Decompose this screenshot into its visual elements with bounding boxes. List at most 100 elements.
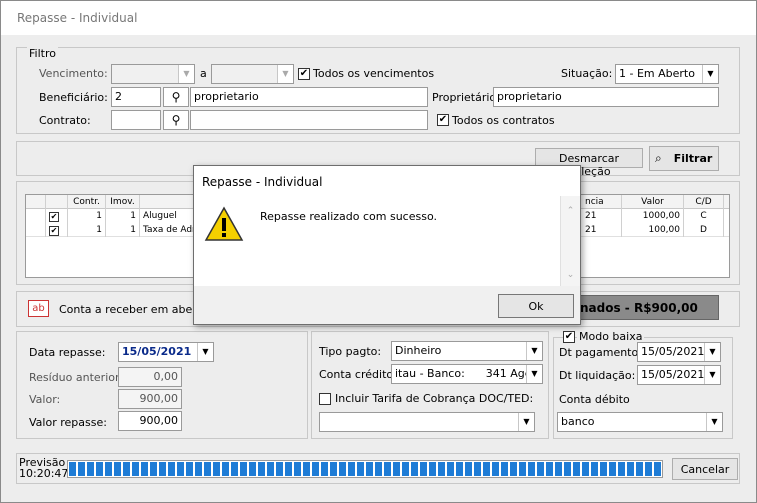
success-dialog: Repasse - Individual Repasse realizado c… <box>193 165 581 325</box>
progress-segment <box>609 462 616 476</box>
beneficiario-name-field[interactable]: proprietario <box>190 87 428 107</box>
beneficiario-label: Beneficiário: <box>39 91 108 104</box>
todos-vencimentos-checkbox[interactable]: ✔ <box>298 68 310 80</box>
chevron-down-icon: ▼ <box>178 65 194 83</box>
progress-segment <box>465 462 472 476</box>
cancelar-button[interactable]: Cancelar <box>672 458 738 480</box>
progress-segment <box>132 462 139 476</box>
progress-segment <box>141 462 148 476</box>
valor-label: Valor: <box>29 393 61 406</box>
row-desc: Taxa de Adm <box>140 223 200 237</box>
header-cd: C/D <box>684 195 724 209</box>
dt-pagamento-combo[interactable]: 15/05/2021 ▼ <box>637 342 721 362</box>
tipo-pagto-combo[interactable]: Dinheiro ▼ <box>391 341 543 361</box>
progress-segment <box>69 462 76 476</box>
ok-button[interactable]: Ok <box>498 294 574 318</box>
progress-segment <box>564 462 571 476</box>
situacao-label: Situação: <box>561 67 613 80</box>
progress-segment <box>96 462 103 476</box>
row-checkbox[interactable]: ✔ <box>49 226 59 236</box>
progress-segment <box>105 462 112 476</box>
conta-receber-label: Conta a receber em aberto <box>59 303 208 316</box>
progress-segment <box>537 462 544 476</box>
progress-segment <box>339 462 346 476</box>
progress-segment <box>87 462 94 476</box>
progress-segment <box>573 462 580 476</box>
progress-segment <box>591 462 598 476</box>
vencimento-to-combo[interactable]: ▼ <box>211 64 294 84</box>
contrato-name-field[interactable] <box>190 110 428 130</box>
valor-repasse-label: Valor repasse: <box>29 416 107 429</box>
progress-segment <box>627 462 634 476</box>
modo-baixa-checkbox[interactable]: ✔ <box>563 331 575 343</box>
progress-segment <box>303 462 310 476</box>
progress-segment <box>285 462 292 476</box>
total-panel: nados - R$900,00 <box>569 295 719 320</box>
progress-segment <box>519 462 526 476</box>
contrato-code-field[interactable] <box>111 110 161 130</box>
todos-vencimentos-label: Todos os vencimentos <box>313 67 435 80</box>
tarifa-combo[interactable]: ▼ <box>319 412 535 432</box>
chevron-down-icon: ▼ <box>702 65 718 83</box>
tipo-pagto-label: Tipo pagto: <box>319 345 382 358</box>
incluir-tarifa-checkbox[interactable] <box>319 393 331 405</box>
dt-liquidacao-combo[interactable]: 15/05/2021 ▼ <box>637 365 721 385</box>
vencimento-label: Vencimento: <box>39 67 108 80</box>
proprietario-label: Proprietário <box>432 91 497 104</box>
chevron-down-icon: ▼ <box>704 366 720 384</box>
chevron-down-icon: ▼ <box>197 343 213 361</box>
row-checkbox[interactable]: ✔ <box>49 212 59 222</box>
conta-debito-label: Conta débito <box>559 393 630 406</box>
progress-segment <box>195 462 202 476</box>
progress-segment <box>258 462 265 476</box>
row-contr: 1 <box>68 223 106 237</box>
header-imov: Imov. <box>106 195 140 209</box>
progress-segment <box>483 462 490 476</box>
conta-debito-combo[interactable]: banco ▼ <box>557 412 723 432</box>
progress-segment <box>222 462 229 476</box>
header-valor: Valor <box>622 195 684 209</box>
progress-segment <box>231 462 238 476</box>
progress-segment <box>474 462 481 476</box>
header-contr: Contr. <box>68 195 106 209</box>
dialog-title: Repasse - Individual <box>194 166 580 196</box>
dialog-scrollbar[interactable]: ⌃ ⌄ <box>560 196 580 286</box>
vencimento-from-combo[interactable]: ▼ <box>111 64 195 84</box>
chevron-down-icon: ▼ <box>518 413 534 431</box>
todos-contratos-label: Todos os contratos <box>452 114 555 127</box>
progress-segment <box>645 462 652 476</box>
progress-segment <box>510 462 517 476</box>
dt-liquidacao-label: Dt liquidação: <box>559 369 636 382</box>
data-repasse-combo[interactable]: 15/05/2021 ▼ <box>118 342 214 362</box>
progress-segment <box>150 462 157 476</box>
chevron-down-icon: ▼ <box>526 365 542 383</box>
binoculars-icon[interactable]: ⚲ <box>163 87 189 107</box>
progress-segment <box>411 462 418 476</box>
progress-segment <box>114 462 121 476</box>
progress-segment <box>321 462 328 476</box>
progress-segment <box>276 462 283 476</box>
progress-segment <box>582 462 589 476</box>
progress-segment <box>249 462 256 476</box>
proprietario-field[interactable]: proprietario <box>493 87 719 107</box>
filtrar-button[interactable]: ⌕ Filtrar <box>649 146 719 171</box>
binoculars-icon[interactable]: ⚲ <box>163 110 189 130</box>
progress-segment <box>348 462 355 476</box>
beneficiario-code-field[interactable]: 2 <box>111 87 161 107</box>
progress-bar <box>67 460 663 478</box>
row-valor: 100,00 <box>622 223 684 237</box>
progress-segment <box>375 462 382 476</box>
row-imov: 1 <box>106 209 140 223</box>
ab-badge-icon: ab <box>28 300 49 317</box>
warning-icon <box>204 206 244 241</box>
todos-contratos-checkbox[interactable]: ✔ <box>437 114 449 126</box>
progress-segment <box>213 462 220 476</box>
valor-repasse-field[interactable]: 900,00 <box>118 411 182 431</box>
conta-credito-combo[interactable]: itau - Banco: 341 Agên ▼ <box>391 364 543 384</box>
situacao-combo[interactable]: 1 - Em Aberto ▼ <box>615 64 719 84</box>
progress-segment <box>240 462 247 476</box>
dialog-message: Repasse realizado com sucesso. <box>260 210 437 223</box>
progress-segment <box>402 462 409 476</box>
progress-segment <box>78 462 85 476</box>
progress-segment <box>204 462 211 476</box>
